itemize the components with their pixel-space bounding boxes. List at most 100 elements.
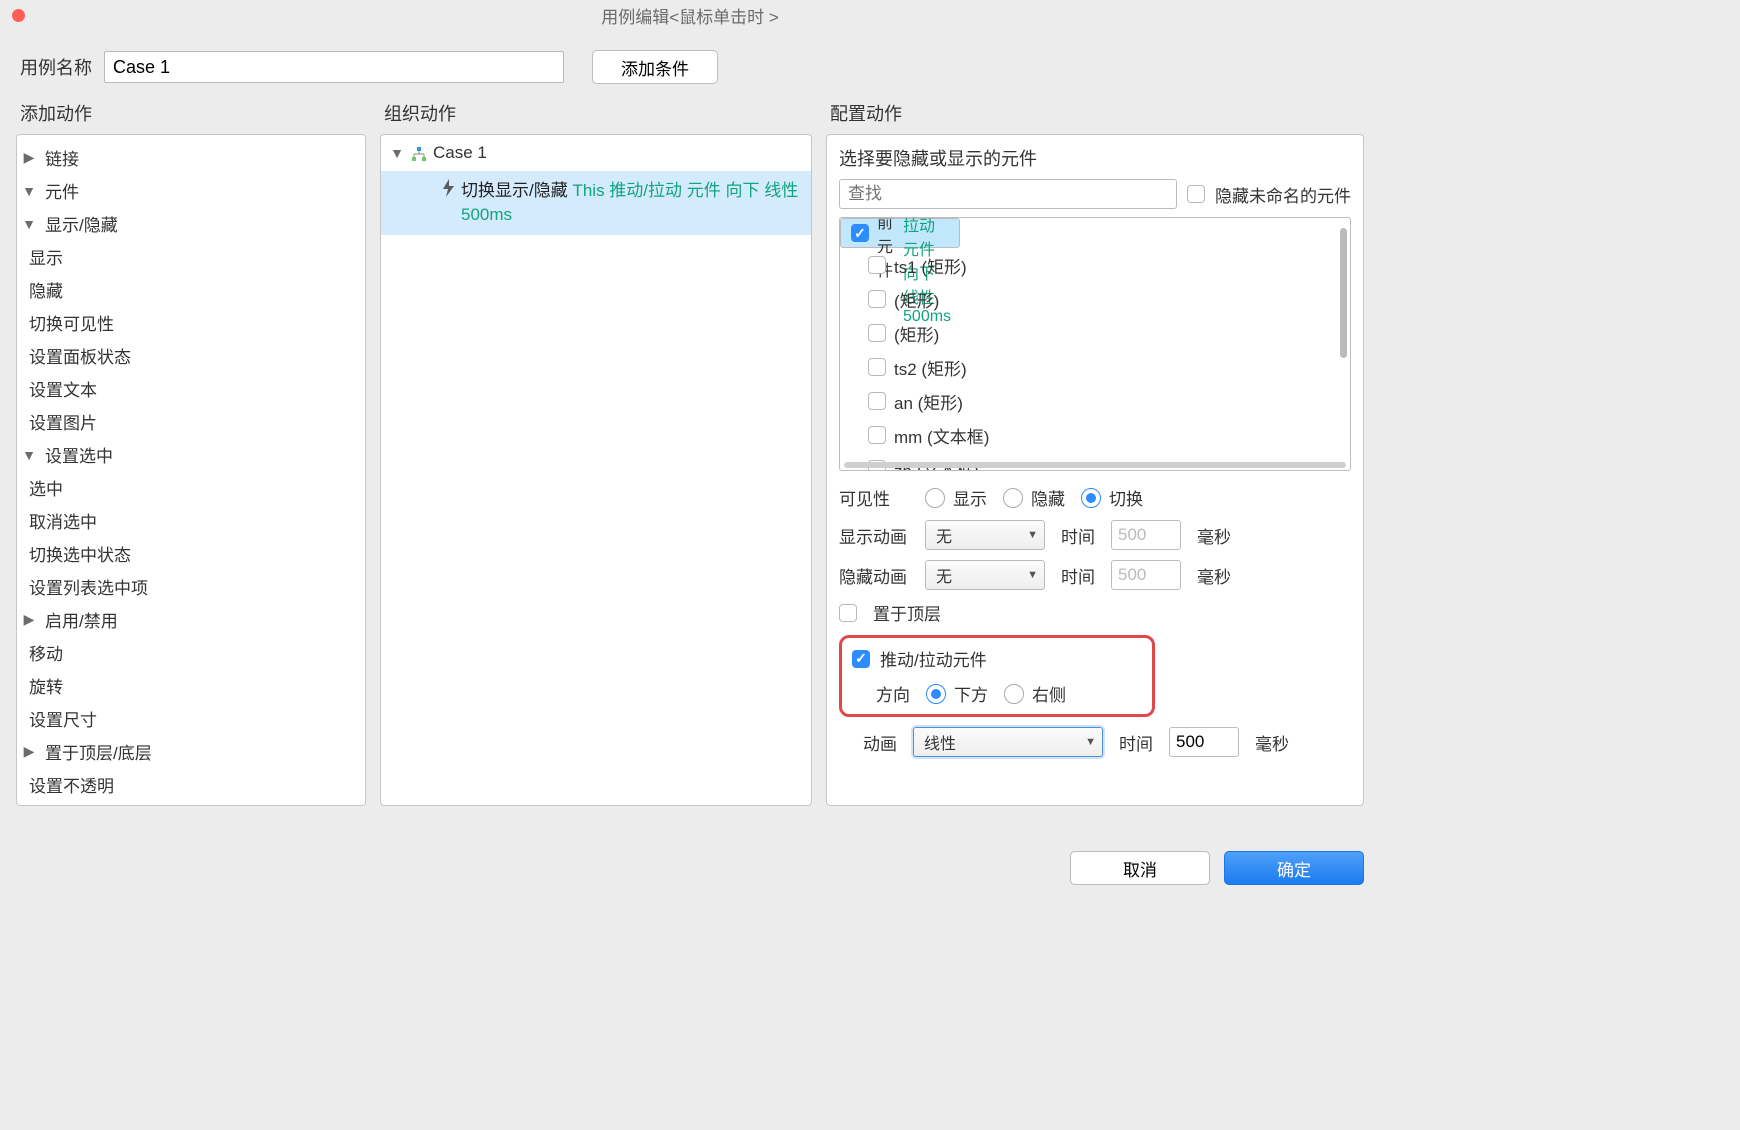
close-icon[interactable] [12, 9, 25, 22]
widget-checkbox[interactable] [868, 358, 886, 376]
columns: 添加动作 ▶链接 ▼元件 ▼显示/隐藏 显示 隐藏 切换可见性 设置面板状态 设… [0, 90, 1380, 810]
triangle-down-icon: ▼ [389, 145, 405, 161]
header-add-action: 添加动作 [16, 100, 366, 126]
col-add-action: 添加动作 ▶链接 ▼元件 ▼显示/隐藏 显示 隐藏 切换可见性 设置面板状态 设… [16, 100, 366, 806]
search-input[interactable] [839, 179, 1177, 209]
widgets-list-body[interactable]: 当前元件切换可见性 推动/拉动 元件 向下 线性 500msts1 (矩形) (矩… [840, 218, 1350, 470]
toprow: 用例名称 添加条件 [0, 30, 1380, 90]
tree-rotate[interactable]: 旋转 [17, 669, 365, 702]
push-pull-checkbox[interactable] [852, 650, 870, 668]
col-organize: 组织动作 ▼ Case 1 切换显示/隐藏 This 推动/拉动 元件 向下 线… [380, 100, 812, 806]
widget-row[interactable]: an (矩形) [840, 384, 1350, 418]
tree-set-list-selected[interactable]: 设置列表选中项 [17, 570, 365, 603]
visibility-row: 可见性 显示 隐藏 切换 [839, 485, 1351, 510]
titlebar: 用例编辑<鼠标单击时 > [0, 0, 1380, 30]
widget-row[interactable]: ts1 (矩形) [840, 248, 1350, 282]
scrollbar-vertical[interactable] [1340, 228, 1347, 358]
widget-label: (矩形) [894, 321, 939, 346]
tree-set-image[interactable]: 设置图片 [17, 405, 365, 438]
dir-down-radio[interactable]: 下方 [926, 681, 988, 706]
widget-checkbox[interactable] [851, 224, 869, 242]
widget-label: ts2 (矩形) [894, 355, 967, 380]
widget-row[interactable]: 当前元件切换可见性 推动/拉动 元件 向下 线性 500ms [840, 218, 960, 248]
case-icon [411, 146, 427, 160]
tree-selected[interactable]: 选中 [17, 471, 365, 504]
widget-checkbox[interactable] [868, 426, 886, 444]
tree-set-size[interactable]: 设置尺寸 [17, 702, 365, 735]
action-row[interactable]: 切换显示/隐藏 This 推动/拉动 元件 向下 线性 500ms [381, 171, 811, 235]
widget-row[interactable]: mm (文本框) [840, 418, 1350, 452]
triangle-right-icon: ▶ [21, 149, 37, 166]
visibility-label: 可见性 [839, 485, 909, 510]
triangle-down-icon: ▼ [21, 216, 37, 232]
direction-label: 方向 [876, 681, 910, 706]
vis-hide-radio[interactable]: 隐藏 [1003, 485, 1065, 510]
scrollbar-horizontal[interactable] [844, 462, 1346, 468]
dir-right-radio[interactable]: 右侧 [1004, 681, 1066, 706]
bring-front-checkbox[interactable] [839, 604, 857, 622]
case-row[interactable]: ▼ Case 1 [381, 135, 811, 171]
tree-links[interactable]: ▶链接 [17, 141, 365, 174]
hide-anim-row: 隐藏动画 无▼ 时间 毫秒 [839, 560, 1351, 590]
hide-unnamed-checkbox[interactable] [1187, 185, 1205, 203]
triangle-down-icon: ▼ [21, 183, 37, 199]
push-anim-select[interactable]: 线性▼ [913, 727, 1103, 757]
push-anim-time-input[interactable] [1169, 727, 1239, 757]
action-text: 切换显示/隐藏 This 推动/拉动 元件 向下 线性 500ms [461, 179, 803, 227]
widget-checkbox[interactable] [868, 324, 886, 342]
push-anim-row: 动画 线性▼ 时间 毫秒 [839, 727, 1351, 757]
vis-show-radio[interactable]: 显示 [925, 485, 987, 510]
time-label: 时间 [1061, 523, 1095, 548]
ms-unit: 毫秒 [1255, 730, 1289, 755]
tree-move[interactable]: 移动 [17, 636, 365, 669]
time-label: 时间 [1061, 563, 1095, 588]
case-name-input[interactable] [104, 51, 564, 83]
hide-anim-select[interactable]: 无▼ [925, 560, 1045, 590]
hide-anim-time-input[interactable] [1111, 560, 1181, 590]
widget-row[interactable]: ts2 (矩形) [840, 350, 1350, 384]
widget-row[interactable]: (矩形) [840, 316, 1350, 350]
ok-button[interactable]: 确定 [1224, 851, 1364, 885]
triangle-right-icon: ▶ [21, 743, 37, 760]
widget-checkbox[interactable] [868, 290, 886, 308]
bring-front-row: 置于顶层 [839, 600, 1351, 625]
widget-label: (矩形) [894, 287, 939, 312]
tree-bring-front-back[interactable]: ▶置于顶层/底层 [17, 735, 365, 768]
show-anim-select[interactable]: 无▼ [925, 520, 1045, 550]
widget-row[interactable]: (矩形) [840, 282, 1350, 316]
tree-hide[interactable]: 隐藏 [17, 273, 365, 306]
caret-down-icon: ▼ [1027, 529, 1038, 541]
caret-down-icon: ▼ [1085, 736, 1096, 748]
action-tree-panel: ▶链接 ▼元件 ▼显示/隐藏 显示 隐藏 切换可见性 设置面板状态 设置文本 设… [16, 134, 366, 806]
tree-set-panel-state[interactable]: 设置面板状态 [17, 339, 365, 372]
show-anim-label: 显示动画 [839, 523, 909, 548]
tree-toggle-selected[interactable]: 切换选中状态 [17, 537, 365, 570]
tree-get-focus[interactable]: 获取焦点 [17, 801, 365, 806]
ms-unit: 毫秒 [1197, 523, 1231, 548]
tree-show-hide[interactable]: ▼显示/隐藏 [17, 207, 365, 240]
tree-set-selected[interactable]: ▼设置选中 [17, 438, 365, 471]
widget-checkbox[interactable] [868, 256, 886, 274]
hide-anim-label: 隐藏动画 [839, 563, 909, 588]
widget-checkbox[interactable] [868, 392, 886, 410]
tree-set-opacity[interactable]: 设置不透明 [17, 768, 365, 801]
tree-widgets[interactable]: ▼元件 [17, 174, 365, 207]
anim-label: 动画 [863, 730, 897, 755]
configure-title: 选择要隐藏或显示的元件 [839, 145, 1351, 171]
action-tree: ▶链接 ▼元件 ▼显示/隐藏 显示 隐藏 切换可见性 设置面板状态 设置文本 设… [17, 135, 365, 806]
window-title: 用例编辑<鼠标单击时 > [601, 3, 779, 28]
triangle-right-icon: ▶ [21, 611, 37, 628]
tree-unselected[interactable]: 取消选中 [17, 504, 365, 537]
triangle-down-icon: ▼ [21, 447, 37, 463]
header-organize: 组织动作 [380, 100, 812, 126]
case-name: Case 1 [433, 143, 487, 163]
tree-show[interactable]: 显示 [17, 240, 365, 273]
hide-unnamed-label: 隐藏未命名的元件 [1215, 182, 1351, 207]
tree-toggle-visibility[interactable]: 切换可见性 [17, 306, 365, 339]
tree-set-text[interactable]: 设置文本 [17, 372, 365, 405]
cancel-button[interactable]: 取消 [1070, 851, 1210, 885]
show-anim-time-input[interactable] [1111, 520, 1181, 550]
tree-enable-disable[interactable]: ▶启用/禁用 [17, 603, 365, 636]
add-condition-button[interactable]: 添加条件 [592, 50, 718, 84]
vis-toggle-radio[interactable]: 切换 [1081, 485, 1143, 510]
